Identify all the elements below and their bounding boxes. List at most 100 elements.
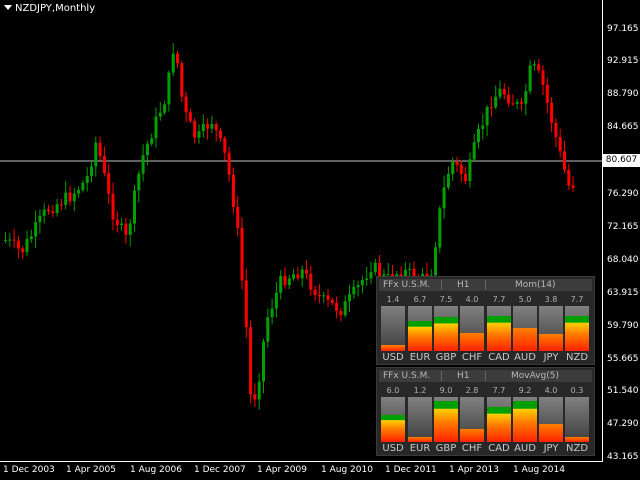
panel-timeframe: H1 <box>457 280 470 290</box>
candle-body <box>502 88 506 95</box>
candle-body <box>42 209 46 216</box>
candle-body <box>188 112 192 121</box>
price-tick-label: 72.165 <box>607 222 639 232</box>
time-tick-label: 1 Dec 2003 <box>3 465 55 475</box>
panel-timeframe: H1 <box>457 371 470 381</box>
time-tick-label: 1 Aug 2014 <box>513 465 565 475</box>
currency-label: CAD <box>488 352 510 363</box>
candle-body <box>550 102 554 123</box>
candle-body <box>489 107 493 109</box>
candle-body <box>515 102 519 104</box>
price-tick-label: 47.290 <box>607 419 639 429</box>
candle-body <box>163 104 167 113</box>
dropdown-triangle-icon[interactable] <box>4 5 12 10</box>
candle-body <box>472 142 476 160</box>
panel-title: FFx U.S.M. <box>383 371 431 381</box>
currency-label: AUD <box>514 443 536 454</box>
candle-body <box>498 88 502 97</box>
candle-body <box>378 263 382 277</box>
candle-body <box>360 280 364 286</box>
candle-body <box>468 159 472 182</box>
candle-body <box>563 151 566 170</box>
strength-bar-fill <box>381 345 405 351</box>
candle-body <box>64 192 68 205</box>
strength-bar-fill <box>513 328 537 351</box>
candle-body <box>223 138 227 153</box>
candle-body <box>571 185 575 188</box>
strength-bar <box>434 397 458 442</box>
candle-body <box>72 193 76 202</box>
candle-body <box>485 107 489 126</box>
symbol-title-text: NZDJPY,Monthly <box>15 3 96 14</box>
strength-value: 4.0 <box>544 386 558 395</box>
price-tick-label: 43.165 <box>607 452 639 462</box>
strength-bar <box>513 397 537 442</box>
currency-label: CHF <box>461 443 483 454</box>
header-divider <box>485 371 486 381</box>
strength-bar-fill <box>460 333 484 351</box>
candle-body <box>511 103 515 105</box>
panel-indicator: Mom(14) <box>515 280 556 290</box>
candle-body <box>326 295 330 300</box>
candle-body <box>210 124 214 129</box>
strength-bar-fill <box>381 415 405 442</box>
strength-value: 3.8 <box>544 295 558 304</box>
strength-value: 4.0 <box>465 295 479 304</box>
candle-body <box>494 96 498 108</box>
candle-body <box>451 161 455 174</box>
moving-average-panel[interactable]: FFx U.S.M. H1 MovAvg(5) 6.0 USD 1.2 EUR 9.0 G… <box>376 367 595 456</box>
candle-body <box>532 64 536 66</box>
candle-body <box>171 53 175 73</box>
currency-label: NZD <box>565 443 589 454</box>
strength-value: 7.7 <box>570 295 584 304</box>
strength-bar-fill <box>565 316 589 351</box>
strength-bar <box>513 306 537 351</box>
candle-body <box>455 161 459 165</box>
candle-body <box>51 211 55 214</box>
candle-body <box>197 131 201 138</box>
candle-body <box>25 239 29 253</box>
strength-bar-fill <box>434 317 458 351</box>
header-divider <box>441 280 442 290</box>
price-tick-label: 51.540 <box>607 386 639 396</box>
strength-bar-fill <box>513 401 537 442</box>
candle-body <box>292 274 296 279</box>
momentum-panel-header: FFx U.S.M. H1 Mom(14) <box>379 279 592 291</box>
candle-body <box>150 138 154 144</box>
strength-bar <box>460 397 484 442</box>
candle-body <box>16 240 20 249</box>
candle-body <box>206 124 210 129</box>
strength-value: 0.3 <box>570 386 584 395</box>
price-tick-label: 92.915 <box>607 56 639 66</box>
candle-body <box>520 102 523 104</box>
panel-title: FFx U.S.M. <box>383 280 431 290</box>
candle-body <box>227 152 231 175</box>
strength-bar <box>539 306 563 351</box>
candle-body <box>55 204 59 214</box>
currency-label: CHF <box>461 352 483 363</box>
strength-bar-fill <box>408 321 432 351</box>
price-tick-label: 76.290 <box>607 189 639 199</box>
currency-label: EUR <box>409 443 431 454</box>
header-divider <box>485 280 486 290</box>
strength-value: 7.7 <box>492 295 506 304</box>
time-axis-line <box>0 461 603 462</box>
candle-body <box>477 128 480 143</box>
candle-body <box>94 142 98 167</box>
candle-body <box>21 248 25 253</box>
candle-body <box>322 295 326 297</box>
candle-body <box>133 190 136 224</box>
candle-body <box>29 236 33 240</box>
candle-body <box>253 394 257 400</box>
strength-bar <box>460 306 484 351</box>
strength-bar <box>434 306 458 351</box>
candle-body <box>158 112 162 117</box>
symbol-title[interactable]: NZDJPY,Monthly <box>4 3 95 14</box>
price-tick-label: 97.165 <box>607 24 639 34</box>
candle-body <box>128 223 132 235</box>
candle-body <box>4 239 7 241</box>
candle-body <box>154 116 158 139</box>
candle-body <box>541 70 545 85</box>
strength-value: 1.2 <box>413 386 427 395</box>
momentum-panel[interactable]: FFx U.S.M. H1 Mom(14) 1.4 USD 6.7 EUR 7.5 GBP… <box>376 276 595 365</box>
